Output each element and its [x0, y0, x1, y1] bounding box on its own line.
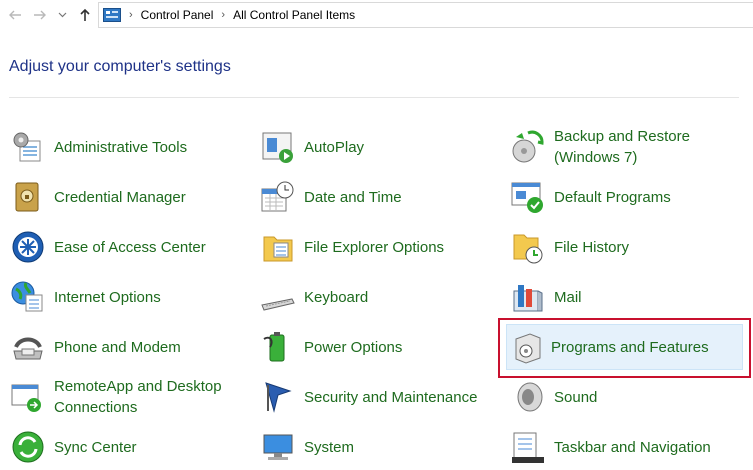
- item-default-programs[interactable]: Default Programs: [510, 174, 750, 220]
- annotation-highlight-box: [498, 318, 751, 378]
- back-button[interactable]: [6, 6, 24, 24]
- item-label: RemoteApp and Desktop Connections: [54, 378, 222, 416]
- item-label: AutoPlay: [304, 138, 365, 156]
- ease-of-access-icon: [12, 231, 44, 263]
- item-label: Date and Time: [304, 188, 402, 206]
- item-label: System: [304, 438, 355, 456]
- item-date-and-time[interactable]: Date and Time: [260, 174, 490, 220]
- mail-icon: [513, 285, 543, 312]
- remoteapp-icon: [11, 384, 41, 412]
- file-history-icon: [513, 234, 543, 264]
- item-label: Power Options: [304, 338, 403, 356]
- item-internet-options[interactable]: Internet Options: [10, 274, 250, 320]
- item-label: Mail: [554, 288, 582, 306]
- item-label: Security and Maintenance: [304, 388, 478, 406]
- admin-tools-icon: [13, 132, 41, 162]
- up-arrow-icon: [80, 8, 90, 21]
- page-title: Adjust your computer's settings: [9, 58, 231, 75]
- item-sync-center[interactable]: Sync Center: [10, 424, 250, 470]
- sync-center-icon: [12, 431, 44, 463]
- navigation-bar: › Control Panel › All Control Panel Item…: [0, 0, 753, 31]
- forward-arrow-icon: [34, 10, 46, 20]
- item-keyboard[interactable]: Keyboard: [260, 274, 490, 320]
- item-file-explorer-options[interactable]: File Explorer Options: [260, 224, 490, 270]
- item-backup-and-restore[interactable]: Backup and Restore (Windows 7): [510, 124, 750, 170]
- item-label: Default Programs: [554, 188, 671, 206]
- item-label: Phone and Modem: [54, 338, 181, 356]
- control-panel-icon: [103, 8, 121, 22]
- breadcrumb-control-panel[interactable]: Control Panel: [141, 8, 214, 22]
- item-label: Internet Options: [54, 288, 161, 306]
- item-sound[interactable]: Sound: [510, 374, 750, 420]
- breadcrumb-all-items[interactable]: All Control Panel Items: [233, 8, 355, 22]
- item-remoteapp-and-desktop-connections[interactable]: RemoteApp and Desktop Connections: [10, 374, 250, 420]
- item-label: File Explorer Options: [304, 238, 445, 256]
- up-button[interactable]: [76, 6, 94, 24]
- item-administrative-tools[interactable]: Administrative Tools: [10, 124, 250, 170]
- item-label: File History: [554, 238, 630, 256]
- chevron-down-icon: [58, 12, 66, 18]
- item-label: Sound: [554, 388, 598, 406]
- item-label: Administrative Tools: [54, 138, 188, 156]
- internet-options-icon: [11, 281, 43, 312]
- item-mail[interactable]: Mail: [510, 274, 750, 320]
- system-icon: [263, 434, 293, 460]
- item-label: Credential Manager: [54, 188, 186, 206]
- item-label: Keyboard: [304, 288, 369, 306]
- date-time-icon: [261, 181, 294, 212]
- address-bar[interactable]: › Control Panel › All Control Panel Item…: [98, 2, 753, 28]
- recent-locations-button[interactable]: [56, 6, 68, 24]
- autoplay-icon: [262, 132, 293, 163]
- credential-manager-icon: [15, 182, 39, 212]
- item-taskbar-and-navigation[interactable]: Taskbar and Navigation: [510, 424, 750, 470]
- default-programs-icon: [511, 182, 543, 213]
- sound-icon: [517, 382, 543, 412]
- keyboard-icon: [261, 298, 295, 311]
- item-autoplay[interactable]: AutoPlay: [260, 124, 490, 170]
- back-arrow-icon: [9, 10, 21, 20]
- item-file-history[interactable]: File History: [510, 224, 750, 270]
- breadcrumb-separator: ›: [221, 9, 226, 21]
- item-label: Backup and Restore (Windows 7): [554, 128, 690, 166]
- item-system[interactable]: System: [260, 424, 490, 470]
- phone-modem-icon: [13, 337, 43, 360]
- security-maintenance-icon: [265, 382, 292, 413]
- forward-button[interactable]: [31, 6, 49, 24]
- divider: [9, 97, 739, 98]
- backup-restore-icon: [512, 130, 544, 163]
- item-label: Sync Center: [54, 438, 137, 456]
- item-power-options[interactable]: Power Options: [260, 324, 490, 370]
- taskbar-navigation-icon: [512, 432, 544, 463]
- item-phone-and-modem[interactable]: Phone and Modem: [10, 324, 250, 370]
- item-ease-of-access-center[interactable]: Ease of Access Center: [10, 224, 250, 270]
- file-explorer-options-icon: [263, 236, 293, 262]
- item-credential-manager[interactable]: Credential Manager: [10, 174, 250, 220]
- breadcrumb-separator: ›: [129, 9, 133, 21]
- power-options-icon: [263, 332, 285, 362]
- item-label: Taskbar and Navigation: [554, 438, 711, 456]
- item-label: Ease of Access Center: [54, 238, 206, 256]
- item-security-and-maintenance[interactable]: Security and Maintenance: [260, 374, 490, 420]
